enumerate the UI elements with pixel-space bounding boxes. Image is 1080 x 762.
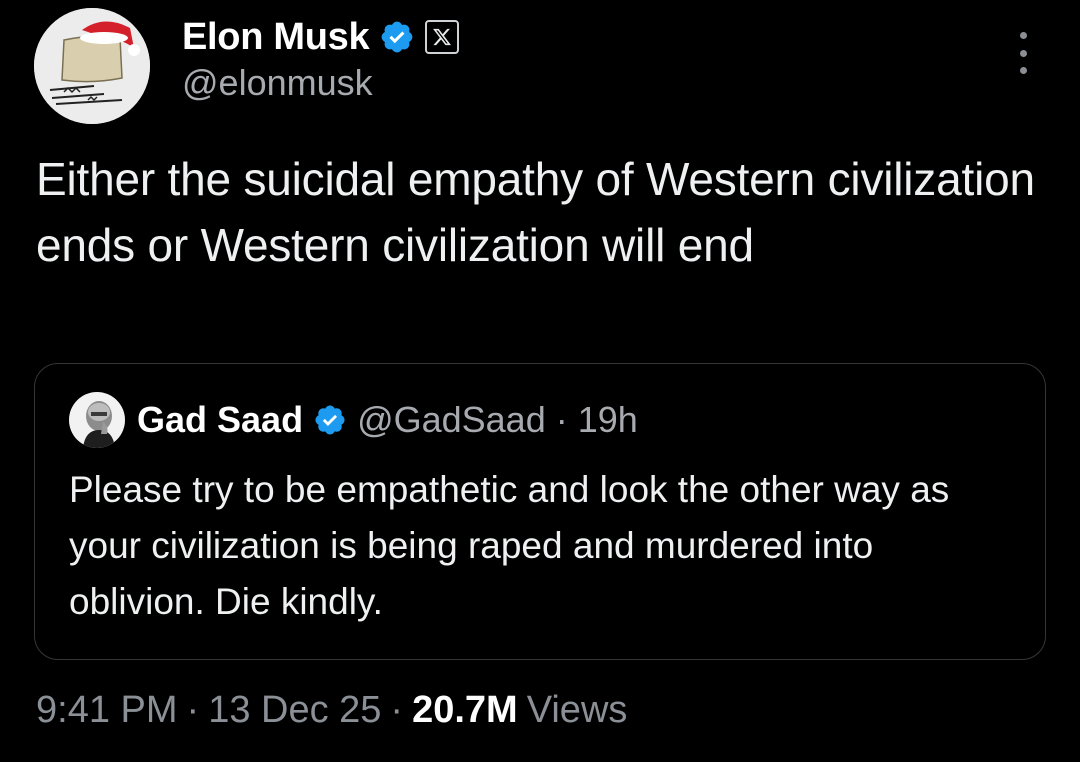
verified-badge-icon	[315, 405, 345, 435]
author-name-row: Elon Musk	[182, 14, 460, 60]
quoted-tweet-text: Please try to be empathetic and look the…	[69, 469, 950, 622]
quoted-timestamp[interactable]: 19h	[578, 399, 638, 441]
tweet-date[interactable]: 13 Dec 25	[208, 689, 381, 732]
author-display-name[interactable]: Elon Musk	[182, 16, 370, 59]
quoted-handle[interactable]: @GadSaad	[357, 399, 546, 441]
verified-badge-icon	[381, 21, 413, 53]
meta-separator: ·	[186, 688, 200, 731]
quoted-header: Gad Saad @GadSaad · 19h	[137, 396, 638, 444]
author-handle[interactable]: @elonmusk	[182, 62, 373, 104]
tweet-time[interactable]: 9:41 PM	[36, 689, 178, 732]
more-dot	[1019, 67, 1027, 74]
author-avatar[interactable]	[34, 8, 150, 124]
views-count[interactable]: 20.7M	[412, 689, 518, 732]
x-logo-icon[interactable]	[425, 20, 460, 54]
meta-separator: ·	[390, 688, 404, 731]
quoted-display-name[interactable]: Gad Saad	[137, 399, 303, 441]
x-logo-glyph	[433, 28, 452, 46]
more-dot	[1019, 49, 1027, 57]
quoted-author-avatar	[69, 392, 125, 448]
tweet-meta: 9:41 PM · 13 Dec 25 · 20.7M Views	[36, 684, 627, 736]
quoted-separator: ·	[555, 399, 568, 440]
more-options-icon[interactable]	[1008, 32, 1038, 74]
tweet-text: Either the suicidal empathy of Western c…	[36, 153, 1035, 271]
views-label: Views	[526, 688, 628, 731]
avatar-image	[34, 8, 150, 124]
quoted-avatar-image	[69, 392, 125, 448]
quoted-tweet-card[interactable]: Gad Saad @GadSaad · 19h Please try to be…	[34, 363, 1046, 660]
tweet-detail: Elon Musk @elonmusk Either the suicidal …	[0, 0, 1080, 762]
more-dot	[1019, 32, 1027, 39]
